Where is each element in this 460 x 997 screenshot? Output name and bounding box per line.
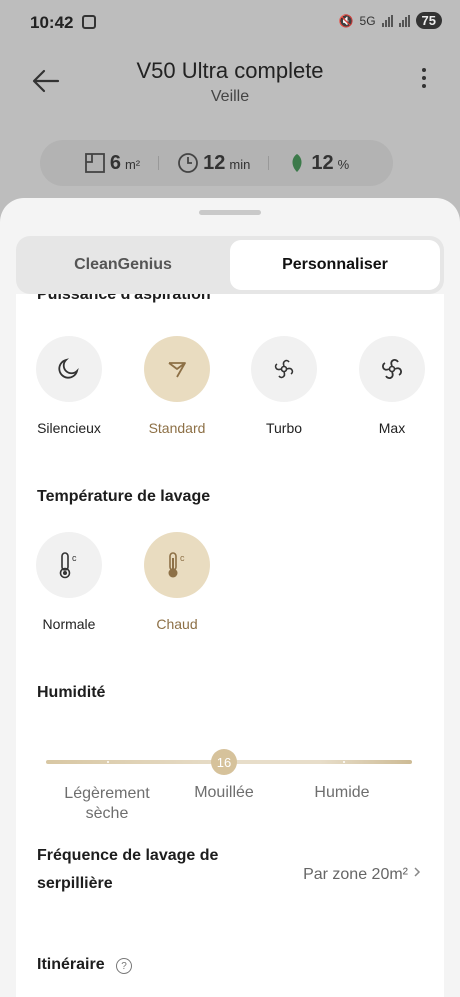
status-bar: 10:42 🔇 5G 75 — [0, 0, 460, 44]
page-title: V50 Ultra complete — [136, 58, 324, 83]
fan-max-icon — [382, 359, 402, 379]
divider — [158, 156, 160, 170]
option-label: Max — [378, 420, 406, 436]
time-value: 12 — [203, 151, 226, 174]
mop-frequency-value[interactable]: Par zone 20m² — [303, 866, 408, 884]
battery-badge: 75 — [415, 12, 442, 29]
area-icon — [84, 153, 105, 173]
slider-tick — [107, 761, 109, 763]
svg-text:c: c — [72, 553, 77, 563]
suction-option-silencieux[interactable]: Silencieux — [24, 336, 114, 436]
status-icons: 🔇 5G 75 — [339, 12, 442, 29]
more-menu-icon[interactable] — [422, 68, 428, 92]
mute-icon: 🔇 — [338, 13, 354, 28]
thermometer-hot-icon: c — [168, 552, 185, 578]
area-unit: m² — [124, 156, 141, 172]
signal-icon-2 — [398, 14, 410, 27]
battery-leaf-icon — [292, 154, 302, 172]
battery-stat: 12 % — [287, 152, 349, 175]
battery-value: 12 — [311, 151, 334, 174]
humidity-label-humid: Humide — [314, 784, 370, 801]
temp-option-chaud[interactable]: c Chaud — [132, 532, 222, 632]
screen-record-icon — [82, 15, 96, 29]
humidity-title: Humidité — [37, 684, 106, 701]
fan-turbo-icon — [274, 359, 294, 379]
option-label: Normale — [42, 616, 96, 632]
bottom-sheet: CleanGenius Personnaliser Puissance d'as… — [0, 198, 460, 997]
suction-option-standard[interactable]: Standard — [132, 336, 222, 436]
drag-handle[interactable] — [199, 210, 261, 215]
status-time: 10:42 — [30, 13, 74, 32]
suction-title: Puissance d'aspiration — [37, 294, 211, 303]
chevron-right-icon[interactable] — [412, 867, 422, 877]
temp-option-normale[interactable]: c Normale — [24, 532, 114, 632]
divider — [268, 156, 270, 170]
device-status: Veille — [210, 88, 250, 105]
svg-text:c: c — [180, 553, 185, 563]
suction-option-turbo[interactable]: Turbo — [239, 336, 329, 436]
humidity-slider-thumb[interactable]: 16 — [211, 749, 237, 775]
tab-personnaliser[interactable]: Personnaliser — [230, 240, 440, 290]
network-label: 5G — [359, 13, 376, 28]
thermometer-icon: c — [59, 552, 77, 579]
signal-icon — [381, 14, 393, 27]
stats-pill: 6 m² 12 min 12 % — [40, 140, 393, 186]
clock-icon — [178, 153, 199, 173]
humidity-label-wet: Mouillée — [194, 784, 254, 801]
option-label: Silencieux — [37, 420, 101, 436]
time-unit: min — [229, 156, 251, 172]
option-label: Standard — [148, 420, 206, 436]
temperature-title: Température de lavage — [37, 488, 211, 505]
help-icon[interactable]: ? — [116, 958, 132, 974]
area-value: 6 — [109, 151, 121, 174]
fan-standard-icon — [168, 362, 186, 378]
area-stat: 6 m² — [84, 152, 140, 175]
route-label: Itinéraire — [37, 956, 105, 973]
humidity-label-dry: Légèrement sèche — [64, 785, 150, 822]
suction-option-max[interactable]: Max — [347, 336, 437, 436]
option-label: Turbo — [265, 420, 303, 436]
mode-tabs: CleanGenius Personnaliser — [16, 236, 444, 294]
time-stat: 12 min — [177, 152, 250, 175]
tab-cleangenius[interactable]: CleanGenius — [20, 240, 226, 290]
settings-panel: Puissance d'aspiration Silencieux Standa… — [16, 294, 444, 997]
battery-unit: % — [337, 156, 350, 172]
header: V50 Ultra complete Veille — [0, 50, 460, 120]
moon-icon — [58, 358, 79, 379]
option-label: Chaud — [156, 616, 198, 632]
slider-tick — [343, 761, 345, 763]
mop-frequency-label[interactable]: Fréquence de lavage de serpillière — [37, 842, 267, 898]
